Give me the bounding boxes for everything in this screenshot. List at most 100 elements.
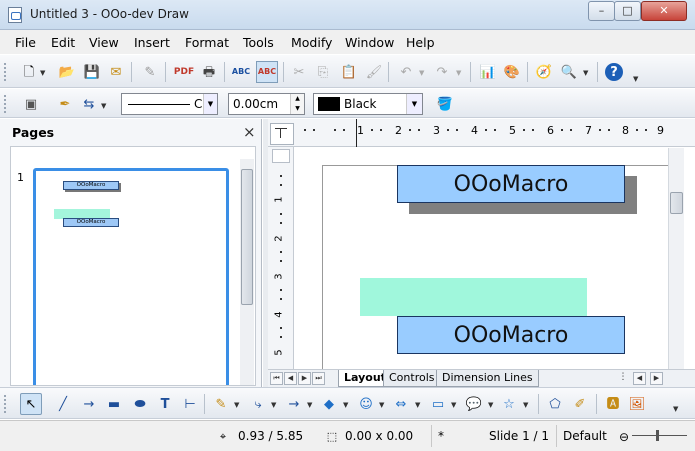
print-icon[interactable]: 🖶 [200,63,218,81]
tab-dimension-lines[interactable]: Dimension Lines [436,370,539,387]
zoom-out-icon[interactable]: ⊖ [615,428,633,446]
autospellcheck-icon[interactable]: ABC [256,61,278,83]
line-icon[interactable]: ✒ [56,95,74,113]
line-style-dropdown-arrow-icon[interactable]: ▼ [203,94,217,114]
toolbar-grip[interactable] [4,63,10,81]
menu-window[interactable]: Window [345,35,394,50]
pages-pane-close-icon[interactable]: × [243,123,256,141]
menu-file[interactable]: File [15,35,36,50]
zoom-icon[interactable]: 🔍 [560,63,578,81]
hscroll-left-icon[interactable]: ◀ [633,372,646,385]
rectangle-icon[interactable]: ▬ [105,395,123,413]
aqua-rectangle[interactable] [360,278,587,316]
zoom-slider[interactable] [632,435,687,436]
arrow-line-icon[interactable]: → [80,395,98,413]
save-icon[interactable]: 💾 [83,63,101,81]
fontwork-icon[interactable]: 🅰 [604,395,622,413]
basic-shapes-icon[interactable]: ◆ [320,395,338,413]
chart-icon[interactable]: 📊 [479,63,497,81]
text-tool-icon[interactable]: T [156,395,174,413]
close-button[interactable]: ✕ [641,1,687,21]
stars-dropdown-arrow-icon[interactable]: ▼ [523,401,528,409]
tab-stop-selector[interactable] [270,123,294,145]
menu-modify[interactable]: Modify [291,35,332,50]
symbol-shapes-dropdown-arrow-icon[interactable]: ▼ [379,401,384,409]
area-fill-icon[interactable]: 🪣 [436,95,454,113]
lines-arrows-dropdown-arrow-icon[interactable]: ▼ [307,401,312,409]
menu-insert[interactable]: Insert [134,35,170,50]
gallery-icon[interactable]: 🎨 [503,63,521,81]
paste-icon[interactable]: 📋 [340,63,358,81]
edit-file-icon[interactable]: ✎ [141,63,159,81]
page-thumbnail[interactable]: OOoMacro OOoMacro [33,168,229,385]
pages-scrollbar[interactable] [240,159,254,385]
symbol-shapes-icon[interactable]: ☺ [357,395,375,413]
new-dropdown-arrow-icon[interactable]: ▼ [40,69,45,77]
toolbar-grip[interactable] [4,395,10,413]
line-width-spinner[interactable]: ▲ ▼ [290,94,304,114]
menu-format[interactable]: Format [185,35,229,50]
ooomacro-shape-bottom[interactable]: OOoMacro [397,316,625,354]
from-file-icon[interactable]: 🖼 [628,395,646,413]
callouts-dropdown-arrow-icon[interactable]: ▼ [488,401,493,409]
hscroll-right-icon[interactable]: ▶ [650,372,663,385]
help-icon[interactable]: ? [605,63,623,81]
flowchart-icon[interactable]: ▭ [429,395,447,413]
toolbar-grip[interactable] [4,95,10,113]
vertical-text-icon[interactable]: ⊢ [181,395,199,413]
toolbar-overflow-icon[interactable]: ▼ [673,405,678,413]
undo-icon[interactable]: ↶ [397,63,415,81]
line-color-select[interactable]: Black ▼ [313,93,423,115]
drawing-canvas[interactable]: OOoMacro OOoMacro [295,148,668,369]
first-tab-icon[interactable]: ⏮ [270,372,283,385]
clone-formatting-icon[interactable]: 🖌 [365,63,383,81]
block-arrows-dropdown-arrow-icon[interactable]: ▼ [415,401,420,409]
toolbar-overflow-icon[interactable]: ▼ [633,75,638,83]
menu-view[interactable]: View [89,35,119,50]
next-tab-icon[interactable]: ▶ [298,372,311,385]
line-tool-icon[interactable]: ╱ [54,395,72,413]
zoom-dropdown-arrow-icon[interactable]: ▼ [583,69,588,77]
curve-dropdown-arrow-icon[interactable]: ▼ [234,401,239,409]
line-color-dropdown-arrow-icon[interactable]: ▼ [406,94,422,114]
basic-shapes-dropdown-arrow-icon[interactable]: ▼ [343,401,348,409]
arrow-style-dropdown-arrow-icon[interactable]: ▼ [101,102,106,110]
ellipse-icon[interactable]: ⬬ [131,395,149,413]
hscroll-split-icon[interactable]: ⋮ [616,372,630,385]
canvas-vertical-scrollbar[interactable] [668,148,684,369]
curve-icon[interactable]: ✎ [212,395,230,413]
glue-points-icon[interactable]: ✐ [571,395,589,413]
cut-icon[interactable]: ✂ [290,63,308,81]
block-arrows-icon[interactable]: ⇔ [392,395,410,413]
flowchart-dropdown-arrow-icon[interactable]: ▼ [451,401,456,409]
redo-icon[interactable]: ↷ [433,63,451,81]
line-width-field[interactable]: 0.00cm ▲ ▼ [228,93,305,115]
arrow-style-icon[interactable]: ⇆ [80,95,98,113]
minimize-button[interactable]: – [588,1,615,21]
connector-dropdown-arrow-icon[interactable]: ▼ [271,401,276,409]
prev-tab-icon[interactable]: ◀ [284,372,297,385]
points-icon[interactable]: ⬠ [546,395,564,413]
line-style-select[interactable]: C ▼ [121,93,218,115]
connector-icon[interactable]: ⤷ [249,395,267,413]
ooomacro-shape-top[interactable]: OOoMacro [397,165,625,203]
open-folder-icon[interactable]: 📂 [58,63,76,81]
export-pdf-icon[interactable]: PDF [174,63,194,81]
redo-dropdown-arrow-icon[interactable]: ▼ [456,69,461,77]
maximize-button[interactable]: □ [614,1,641,21]
pages-scrollbar-thumb[interactable] [241,169,253,305]
spellcheck-icon[interactable]: ABC [232,63,250,81]
menu-tools[interactable]: Tools [243,35,274,50]
copy-icon[interactable]: ⎘ [314,63,332,81]
stars-icon[interactable]: ☆ [500,395,518,413]
select-arrow-icon[interactable]: ↖ [22,395,40,413]
lines-arrows-icon[interactable]: → [285,395,303,413]
menu-edit[interactable]: Edit [51,35,75,50]
modified-indicator[interactable]: * [431,425,473,447]
callouts-icon[interactable]: 💬 [465,395,483,413]
new-document-icon[interactable]: 🗋 [20,63,38,81]
zoom-slider-handle[interactable] [656,430,659,441]
navigator-icon[interactable]: 🧭 [535,63,553,81]
styles-icon[interactable]: ▣ [22,95,40,113]
last-tab-icon[interactable]: ⏭ [312,372,325,385]
